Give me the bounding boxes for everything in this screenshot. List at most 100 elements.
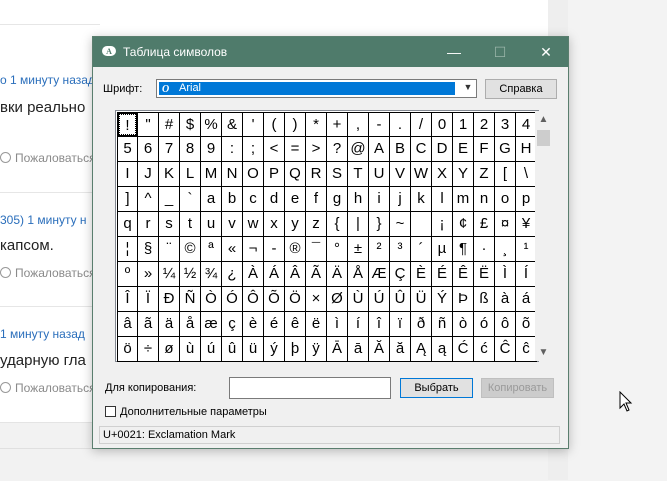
character-cell[interactable]: © bbox=[180, 237, 201, 262]
character-cell[interactable]: Ê bbox=[453, 262, 474, 287]
character-cell[interactable]: Þ bbox=[453, 287, 474, 312]
character-cell[interactable]: j bbox=[390, 187, 411, 212]
character-cell[interactable]: û bbox=[222, 337, 243, 362]
font-dropdown[interactable]: O Arial ▼ bbox=[156, 79, 477, 98]
character-cell[interactable]: l bbox=[432, 187, 453, 212]
character-cell[interactable]: · bbox=[474, 237, 495, 262]
character-cell[interactable]: ) bbox=[285, 112, 306, 137]
character-cell[interactable]: B bbox=[390, 137, 411, 162]
character-cell[interactable]: Ą bbox=[411, 337, 432, 362]
character-cell[interactable]: x bbox=[264, 212, 285, 237]
character-cell[interactable]: " bbox=[138, 112, 159, 137]
character-cell[interactable]: ° bbox=[327, 237, 348, 262]
character-cell[interactable]: F bbox=[474, 137, 495, 162]
character-cell[interactable]: ¦ bbox=[117, 237, 138, 262]
character-cell[interactable]: À bbox=[243, 262, 264, 287]
character-cell[interactable]: $ bbox=[180, 112, 201, 137]
character-cell[interactable]: Ã bbox=[306, 262, 327, 287]
character-cell[interactable]: ® bbox=[285, 237, 306, 262]
character-cell[interactable]: ß bbox=[474, 287, 495, 312]
character-cell[interactable]: 0 bbox=[432, 112, 453, 137]
character-cell[interactable]: Ë bbox=[474, 262, 495, 287]
character-cell[interactable]: Ā bbox=[327, 337, 348, 362]
character-cell[interactable]: í bbox=[348, 312, 369, 337]
character-cell[interactable]: Æ bbox=[369, 262, 390, 287]
character-cell[interactable]: à bbox=[495, 287, 516, 312]
character-cell[interactable]: » bbox=[138, 262, 159, 287]
character-cell[interactable]: 4 bbox=[516, 112, 537, 137]
character-cell[interactable]: m bbox=[453, 187, 474, 212]
character-cell[interactable]: Ý bbox=[432, 287, 453, 312]
character-cell[interactable]: } bbox=[369, 212, 390, 237]
character-cell[interactable]: q bbox=[117, 212, 138, 237]
character-cell[interactable]: Ó bbox=[222, 287, 243, 312]
character-cell[interactable]: Y bbox=[453, 162, 474, 187]
character-cell[interactable]: è bbox=[243, 312, 264, 337]
character-cell[interactable]: ñ bbox=[432, 312, 453, 337]
character-cell[interactable]: / bbox=[411, 112, 432, 137]
character-cell[interactable]: ý bbox=[264, 337, 285, 362]
character-cell[interactable]: Ï bbox=[138, 287, 159, 312]
character-cell[interactable]: × bbox=[306, 287, 327, 312]
character-cell[interactable]: y bbox=[285, 212, 306, 237]
character-cell[interactable]: Î bbox=[117, 287, 138, 312]
character-cell[interactable]: Ü bbox=[411, 287, 432, 312]
character-cell[interactable]: h bbox=[348, 187, 369, 212]
character-cell[interactable]: Â bbox=[285, 262, 306, 287]
character-cell[interactable]: w bbox=[243, 212, 264, 237]
character-cell[interactable]: : bbox=[222, 137, 243, 162]
character-cell[interactable]: o bbox=[495, 187, 516, 212]
character-cell[interactable]: X bbox=[432, 162, 453, 187]
character-cell[interactable]: K bbox=[159, 162, 180, 187]
character-cell[interactable]: s bbox=[159, 212, 180, 237]
character-cell[interactable]: - bbox=[369, 112, 390, 137]
character-cell[interactable]: ô bbox=[495, 312, 516, 337]
character-cell[interactable]: ± bbox=[348, 237, 369, 262]
character-cell[interactable]: \ bbox=[516, 162, 537, 187]
character-cell[interactable]: ª bbox=[201, 237, 222, 262]
character-cell[interactable]: § bbox=[138, 237, 159, 262]
character-cell[interactable]: p bbox=[516, 187, 537, 212]
character-cell[interactable]: n bbox=[474, 187, 495, 212]
character-cell[interactable]: ¨ bbox=[159, 237, 180, 262]
character-cell[interactable]: Ð bbox=[159, 287, 180, 312]
character-cell[interactable]: C bbox=[411, 137, 432, 162]
character-cell[interactable]: 2 bbox=[474, 112, 495, 137]
character-cell[interactable]: â bbox=[117, 312, 138, 337]
character-cell[interactable]: Ø bbox=[327, 287, 348, 312]
character-cell[interactable]: ø bbox=[159, 337, 180, 362]
character-cell[interactable]: { bbox=[327, 212, 348, 237]
character-cell[interactable]: ¯ bbox=[306, 237, 327, 262]
character-cell[interactable]: ù bbox=[180, 337, 201, 362]
character-cell[interactable]: M bbox=[201, 162, 222, 187]
character-cell[interactable]: # bbox=[159, 112, 180, 137]
character-cell[interactable]: 3 bbox=[495, 112, 516, 137]
character-cell[interactable]: Ĉ bbox=[495, 337, 516, 362]
character-cell[interactable]: 9 bbox=[201, 137, 222, 162]
character-cell[interactable]: Ç bbox=[390, 262, 411, 287]
character-cell[interactable]: J bbox=[138, 162, 159, 187]
character-cell[interactable]: Q bbox=[285, 162, 306, 187]
character-cell[interactable]: Õ bbox=[264, 287, 285, 312]
character-cell[interactable]: ² bbox=[369, 237, 390, 262]
character-cell[interactable]: E bbox=[453, 137, 474, 162]
character-cell[interactable]: f bbox=[306, 187, 327, 212]
character-cell[interactable]: þ bbox=[285, 337, 306, 362]
character-cell[interactable]: ì bbox=[327, 312, 348, 337]
character-cell[interactable]: ü bbox=[243, 337, 264, 362]
scroll-up-icon[interactable]: ▲ bbox=[535, 111, 552, 128]
character-cell[interactable]: ă bbox=[390, 337, 411, 362]
character-cell[interactable]: = bbox=[285, 137, 306, 162]
character-cell[interactable]: Ă bbox=[369, 337, 390, 362]
help-button[interactable]: Справка bbox=[485, 79, 557, 99]
character-cell[interactable]: ¢ bbox=[453, 212, 474, 237]
character-cell[interactable]: Ù bbox=[348, 287, 369, 312]
character-cell[interactable]: 5 bbox=[117, 137, 138, 162]
scroll-down-icon[interactable]: ▼ bbox=[535, 344, 552, 361]
character-cell[interactable]: @ bbox=[348, 137, 369, 162]
character-cell[interactable]: D bbox=[432, 137, 453, 162]
character-cell[interactable]: u bbox=[201, 212, 222, 237]
character-cell[interactable]: k bbox=[411, 187, 432, 212]
character-cell[interactable]: å bbox=[180, 312, 201, 337]
report-link[interactable]: Пожаловаться bbox=[0, 266, 96, 280]
